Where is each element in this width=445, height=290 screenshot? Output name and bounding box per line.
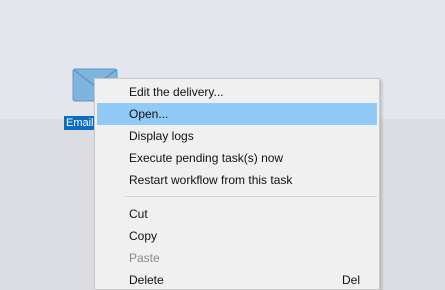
menu-item-display-logs[interactable]: Display logs <box>97 125 377 147</box>
menu-item-delete[interactable]: Delete Del <box>97 269 377 289</box>
workflow-canvas[interactable]: Email d Edit the delivery... Open... Dis… <box>0 0 445 290</box>
delete-shortcut: Del <box>341 273 360 287</box>
menu-item-execute-pending[interactable]: Execute pending task(s) now <box>97 147 377 169</box>
menu-item-restart-workflow[interactable]: Restart workflow from this task <box>97 169 377 191</box>
menu-item-cut[interactable]: Cut <box>97 203 377 225</box>
menu-separator <box>125 196 377 197</box>
menu-item-edit-delivery[interactable]: Edit the delivery... <box>97 81 377 103</box>
menu-item-copy[interactable]: Copy <box>97 225 377 247</box>
menu-item-open[interactable]: Open... <box>97 103 377 125</box>
context-menu: Edit the delivery... Open... Display log… <box>94 78 380 290</box>
menu-item-paste: Paste <box>129 251 160 265</box>
menu-item-delete-label: Delete <box>129 273 164 287</box>
